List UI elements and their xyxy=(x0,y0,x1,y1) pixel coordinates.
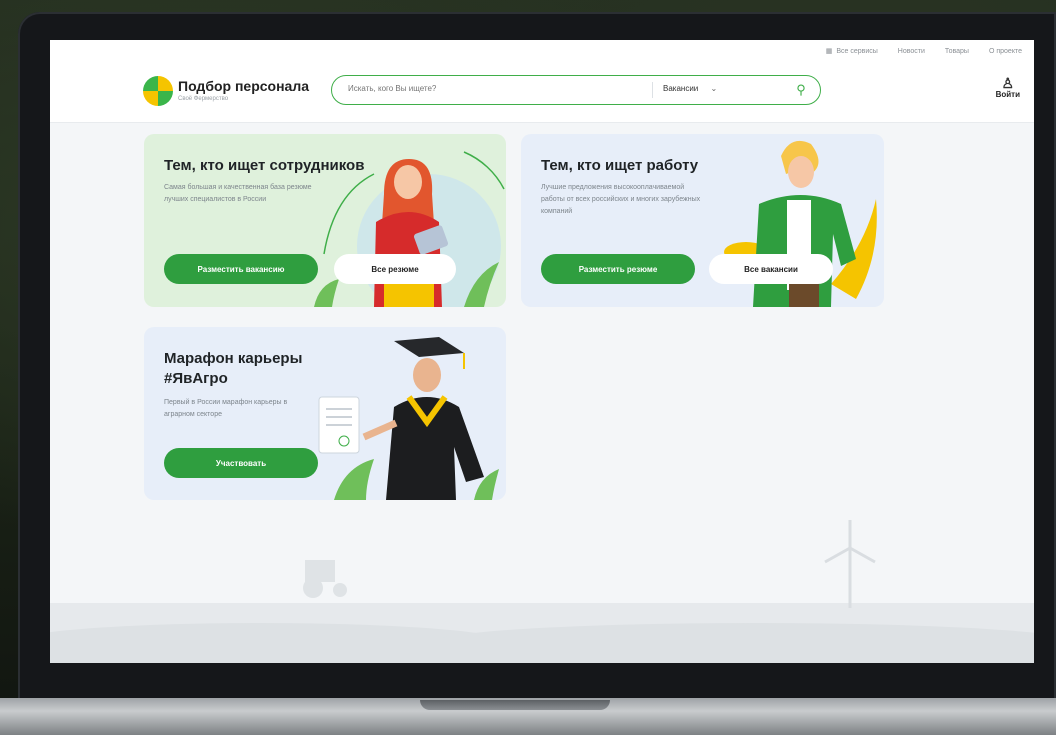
card-title: Марафон карьеры #ЯвАгро xyxy=(164,349,302,389)
top-nav-all-services[interactable]: ▦ Все сервисы xyxy=(825,47,878,56)
screen: ▦ Все сервисы Новости Товары О проекте П… xyxy=(50,40,1034,663)
card-description: Лучшие предложения высокооплачиваемой ра… xyxy=(541,184,701,215)
footer-landscape xyxy=(50,603,1034,663)
landscape-hill xyxy=(430,623,1034,663)
card-description: Первый в России марафон карьеры в аграрн… xyxy=(164,399,288,418)
card-employers: Тем, кто ищет сотрудников Самая большая … xyxy=(144,134,506,307)
brand-title: Подбор персонала xyxy=(178,78,310,94)
search-bar: Вакансии ⌄ ⚲ xyxy=(331,75,821,105)
top-nav-label: Все сервисы xyxy=(836,47,878,55)
chevron-down-icon: ⌄ xyxy=(710,84,718,93)
header: Подбор персонала Своё Фермерство Ваканси… xyxy=(50,66,1034,123)
top-bar: ▦ Все сервисы Новости Товары О проекте xyxy=(50,40,1034,66)
logo-icon[interactable] xyxy=(143,76,173,106)
all-resumes-button[interactable]: Все резюме xyxy=(334,254,456,284)
search-category-select[interactable]: Вакансии ⌄ xyxy=(663,84,717,93)
brand[interactable]: Подбор персонала Своё Фермерство xyxy=(178,78,309,102)
laptop-hinge xyxy=(420,700,610,710)
top-nav-news[interactable]: Новости xyxy=(898,47,925,55)
login-label: Войти xyxy=(995,90,1020,99)
user-icon: ♙ xyxy=(1001,75,1015,91)
grid-icon: ▦ xyxy=(825,48,833,55)
card-title: Тем, кто ищет работу xyxy=(541,157,699,174)
graduate-illustration xyxy=(318,337,499,500)
login-button[interactable]: ♙ Войти xyxy=(996,76,1020,99)
card-description: Самая большая и качественная база резюме… xyxy=(164,184,312,203)
post-vacancy-button[interactable]: Разместить вакансию xyxy=(164,254,318,284)
participate-button[interactable]: Участвовать xyxy=(164,448,318,478)
post-resume-button[interactable]: Разместить резюме xyxy=(541,254,695,284)
card-title: Тем, кто ищет сотрудников xyxy=(164,157,365,174)
all-vacancies-button[interactable]: Все вакансии xyxy=(709,254,833,284)
card-title-line2: #ЯвАгро xyxy=(164,370,228,387)
top-nav-about[interactable]: О проекте xyxy=(989,47,1022,55)
card-marathon: Марафон карьеры #ЯвАгро Первый в России … xyxy=(144,327,506,500)
tractor-icon xyxy=(303,560,347,598)
search-icon[interactable]: ⚲ xyxy=(792,81,810,99)
brand-subtitle: Своё Фермерство xyxy=(178,96,229,102)
search-category-label: Вакансии xyxy=(663,84,699,93)
windmill-icon xyxy=(824,520,876,608)
top-nav-goods[interactable]: Товары xyxy=(945,47,969,55)
card-title-line1: Марафон карьеры xyxy=(164,350,303,367)
search-divider xyxy=(652,82,653,98)
card-jobseekers: Тем, кто ищет работу Лучшие предложения … xyxy=(521,134,884,307)
top-nav: ▦ Все сервисы Новости Товары О проекте xyxy=(825,47,1022,56)
search-input[interactable] xyxy=(346,83,650,94)
